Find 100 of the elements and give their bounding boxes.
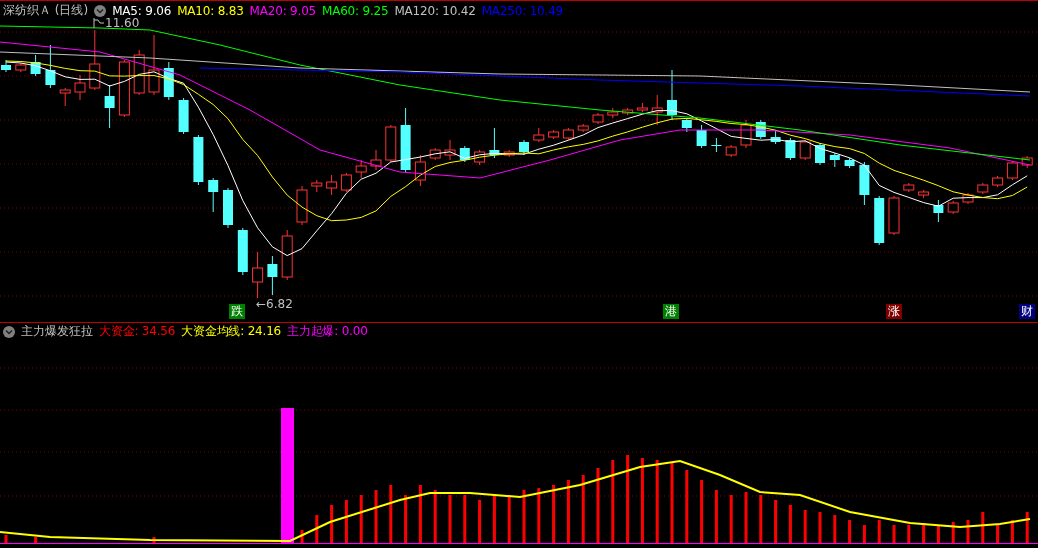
volume-bar [566, 480, 570, 543]
volume-bar [922, 523, 926, 543]
candlestick [208, 177, 219, 213]
volume-bar [862, 525, 866, 543]
candlestick [178, 97, 189, 135]
candlestick [622, 107, 634, 116]
volume-bar [330, 505, 334, 543]
volume-bar [359, 495, 363, 543]
candlestick [577, 123, 589, 133]
moving-average-value: MA120: 10.42 [394, 3, 476, 18]
volume-bar [433, 490, 437, 543]
candlestick [311, 179, 323, 193]
volume-bar [404, 495, 408, 543]
candlestick [414, 154, 426, 187]
volume-bar [300, 530, 304, 543]
volume-bar [522, 490, 526, 543]
volume-bar [951, 522, 955, 543]
candlestick [785, 137, 796, 161]
candlestick [962, 192, 974, 205]
candlestick [711, 137, 722, 153]
candlestick [815, 142, 825, 166]
candlestick [267, 255, 278, 296]
candlestick [667, 69, 677, 121]
candlestick [503, 149, 515, 158]
volume-bar [478, 500, 482, 543]
volume-bar [315, 515, 319, 543]
volume-bar [581, 475, 585, 543]
volume-bar [744, 492, 748, 543]
candlestick [163, 61, 174, 101]
volume-bar [833, 515, 837, 543]
indicator-value: 大资金: 34.56 [99, 323, 176, 340]
candlestick [148, 34, 160, 96]
volume-bar [818, 512, 822, 543]
candlestick [903, 182, 915, 193]
candlestick [296, 185, 308, 226]
candlestick [355, 159, 367, 179]
indicator-title: 主力爆发狂拉 [21, 323, 93, 340]
candlestick [444, 139, 456, 161]
candlestick [548, 129, 560, 140]
candlestick [681, 117, 692, 133]
moving-average-value: MA250: 10.49 [481, 3, 563, 18]
volume-bar [463, 495, 467, 543]
volume-bar [537, 488, 541, 543]
volume-bar [892, 525, 896, 543]
volume-bar [344, 500, 348, 543]
event-marker[interactable]: 港 [663, 304, 679, 319]
volume-bar [4, 535, 8, 543]
volume-bar [729, 495, 733, 543]
dropdown-icon[interactable] [94, 4, 107, 17]
volume-bar [34, 537, 38, 543]
candlestick [874, 195, 885, 246]
candlestick [888, 195, 900, 236]
candlestick [592, 112, 604, 125]
indicator-value: 大资金均线: 24.16 [181, 323, 282, 340]
stock-title: 深纺织Ａ (日线) [3, 2, 89, 19]
candlestick [133, 49, 145, 96]
candlestick [89, 29, 101, 91]
volume-bar [389, 485, 393, 543]
candlestick [992, 175, 1004, 188]
candlestick [562, 127, 574, 141]
candlestick [799, 139, 811, 161]
candlestick [859, 161, 870, 206]
candlestick [533, 127, 545, 143]
candlestick [459, 145, 470, 163]
candlestick [193, 134, 204, 186]
volume-bar [907, 525, 911, 543]
candlestick [933, 199, 944, 223]
candlestick [755, 119, 766, 140]
candlestick [474, 149, 486, 166]
event-marker[interactable]: 财 [1019, 304, 1035, 319]
candlestick [829, 152, 840, 168]
candlestick [489, 127, 500, 159]
volume-bar [507, 495, 511, 543]
moving-average-value: MA60: 9.25 [322, 3, 389, 18]
candlestick [252, 251, 264, 299]
volume-bar [848, 520, 852, 543]
candlestick [740, 119, 752, 149]
volume-bar [774, 500, 778, 543]
candlestick [651, 94, 663, 126]
candlestick [400, 107, 411, 173]
candlestick [74, 74, 86, 101]
candlestick [385, 124, 397, 163]
volume-bar [374, 490, 378, 543]
volume-bar [152, 537, 156, 543]
volume-bar [552, 485, 556, 543]
high-price-label: 11.60 [105, 16, 140, 30]
dropdown-icon[interactable] [3, 325, 15, 338]
event-marker[interactable]: 涨 [886, 304, 902, 319]
candlestick [1021, 155, 1033, 169]
low-price-label: ←6.82 [256, 297, 293, 311]
volume-bar [1010, 520, 1014, 543]
candlestick [725, 144, 737, 158]
event-marker[interactable]: 跌 [229, 304, 245, 319]
candlestick [844, 157, 855, 169]
candlestick [696, 124, 707, 149]
volume-bar [936, 525, 940, 543]
candlestick [340, 172, 352, 193]
volume-bar [981, 512, 985, 543]
moving-average-value: MA20: 9.05 [249, 3, 316, 18]
candlestick [104, 84, 115, 129]
